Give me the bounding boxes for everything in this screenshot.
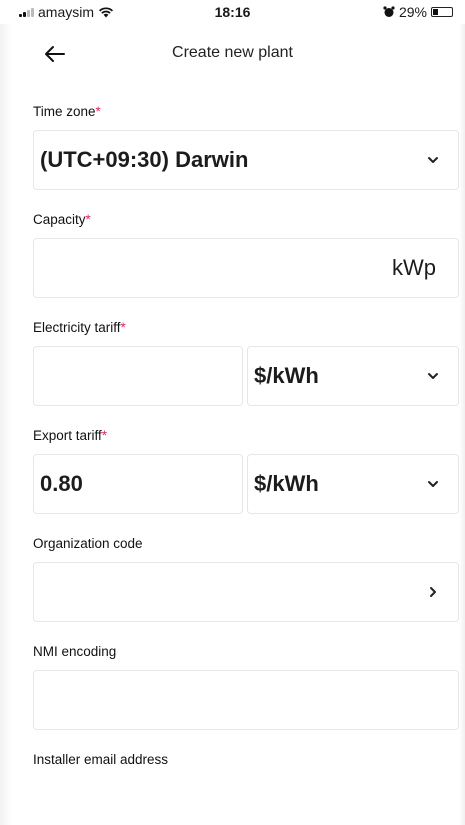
organization-code-input[interactable] bbox=[33, 562, 459, 622]
export-tariff-value: 0.80 bbox=[40, 471, 83, 496]
installer-email-field: Installer email address bbox=[33, 752, 459, 768]
capacity-field: Capacity* kWp bbox=[33, 212, 459, 298]
electricity-tariff-input[interactable] bbox=[33, 346, 243, 406]
nmi-encoding-field: NMI encoding bbox=[33, 644, 459, 730]
nmi-encoding-input[interactable] bbox=[33, 670, 459, 730]
time-zone-label: Time zone* bbox=[33, 104, 101, 119]
battery-icon bbox=[431, 7, 453, 17]
right-edge-shadow bbox=[459, 24, 465, 825]
electricity-tariff-row: $/kWh bbox=[33, 346, 459, 406]
electricity-tariff-unit-select[interactable]: $/kWh bbox=[247, 346, 459, 406]
required-marker: * bbox=[120, 320, 126, 335]
header: Create new plant bbox=[0, 32, 465, 76]
export-tariff-input[interactable]: 0.80 bbox=[33, 454, 243, 514]
plant-form: Time zone* (UTC+09:30) Darwin Capacity* … bbox=[33, 104, 459, 790]
chevron-down-icon bbox=[428, 481, 438, 487]
export-tariff-unit-select[interactable]: $/kWh bbox=[247, 454, 459, 514]
required-marker: * bbox=[85, 212, 91, 227]
status-bar: amaysim 18:16 29% bbox=[0, 0, 465, 24]
capacity-input[interactable]: kWp bbox=[33, 238, 459, 298]
nmi-encoding-label: NMI encoding bbox=[33, 644, 117, 659]
alarm-icon bbox=[383, 6, 395, 17]
export-tariff-label: Export tariff* bbox=[33, 428, 108, 443]
export-tariff-unit: $/kWh bbox=[254, 471, 319, 496]
left-edge-shadow bbox=[0, 24, 12, 825]
chevron-right-icon bbox=[430, 587, 436, 597]
chevron-down-icon bbox=[428, 157, 438, 163]
organization-code-label: Organization code bbox=[33, 536, 143, 551]
required-marker: * bbox=[101, 428, 108, 443]
export-tariff-row: 0.80 $/kWh bbox=[33, 454, 459, 514]
installer-email-label: Installer email address bbox=[33, 752, 169, 767]
battery-level bbox=[433, 9, 438, 15]
required-marker: * bbox=[95, 104, 101, 119]
electricity-tariff-field: Electricity tariff* $/kWh bbox=[33, 320, 459, 406]
time-zone-value: (UTC+09:30) Darwin bbox=[40, 147, 249, 172]
electricity-tariff-label: Electricity tariff* bbox=[33, 320, 126, 335]
export-tariff-field: Export tariff* 0.80 $/kWh bbox=[33, 428, 459, 514]
organization-code-field: Organization code bbox=[33, 536, 459, 622]
chevron-down-icon bbox=[428, 373, 438, 379]
electricity-tariff-unit: $/kWh bbox=[254, 363, 319, 388]
time-zone-field: Time zone* (UTC+09:30) Darwin bbox=[33, 104, 459, 190]
page-title: Create new plant bbox=[172, 44, 293, 61]
battery-percent: 29% bbox=[398, 4, 427, 20]
capacity-label: Capacity* bbox=[33, 212, 91, 227]
time-zone-select[interactable]: (UTC+09:30) Darwin bbox=[33, 130, 459, 190]
capacity-unit: kWp bbox=[392, 255, 436, 280]
status-right: 29% bbox=[383, 4, 453, 20]
